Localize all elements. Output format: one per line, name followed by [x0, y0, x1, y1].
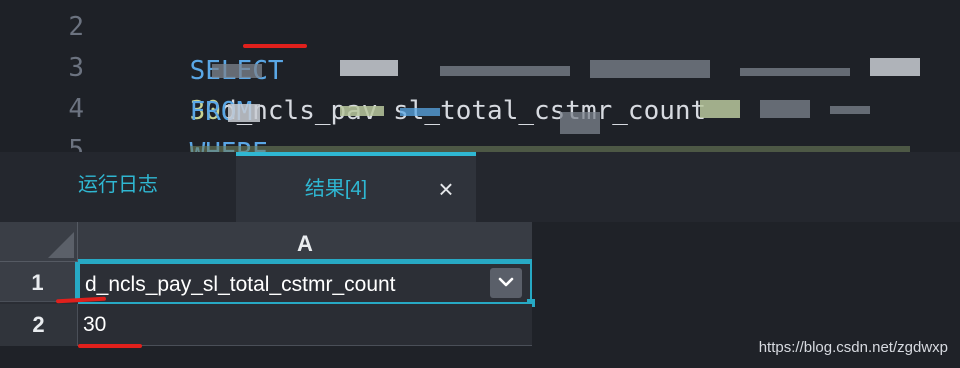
code-line-select[interactable]: SELECT 30d_ncls_pav sl_total_cstmr_count	[127, 11, 707, 126]
redacted-text	[870, 58, 920, 76]
sql-expression: d_ncls_pav sl_total_cstmr_count	[220, 96, 707, 126]
redacted-text	[400, 108, 440, 116]
redacted-text	[340, 106, 384, 116]
redacted-text	[700, 100, 740, 118]
redacted-text	[560, 112, 600, 134]
red-annotation-underline	[243, 44, 307, 48]
line-number-gutter: 2 3 4 5	[0, 0, 108, 152]
line-number: 3	[68, 53, 84, 83]
row-header[interactable]: 1	[0, 262, 78, 302]
grid-cell[interactable]: 30	[78, 304, 532, 346]
watermark: https://blog.csdn.net/zgdwxp	[758, 339, 948, 356]
redacted-text	[830, 106, 870, 114]
redacted-text	[760, 100, 810, 118]
redacted-text	[228, 104, 260, 122]
result-tabbar: 运行日志 结果[4] ×	[0, 152, 960, 222]
chevron-down-icon[interactable]	[490, 268, 522, 298]
result-grid: A 1 2 d_ncls_pay_sl_total_cstmr_count 30	[0, 222, 535, 346]
redacted-text	[440, 66, 570, 76]
line-number: 4	[68, 94, 84, 124]
line-number: 2	[68, 12, 84, 42]
redacted-text	[340, 60, 398, 76]
redacted-text	[740, 68, 850, 76]
redacted-text	[212, 64, 262, 78]
redacted-text	[590, 60, 710, 78]
line-number: 5	[68, 135, 84, 152]
tab-result-label: 结果[4]	[304, 178, 368, 200]
close-icon[interactable]: ×	[434, 156, 458, 222]
select-all-triangle-icon	[48, 232, 74, 258]
select-all-corner[interactable]	[0, 222, 78, 262]
red-annotation-underline	[78, 344, 142, 348]
row-header[interactable]: 2	[0, 304, 78, 346]
tab-result[interactable]: 结果[4] ×	[236, 152, 476, 222]
sql-editor[interactable]: 2 3 4 5 SELECT 30d_ncls_pav sl_total_cst…	[0, 0, 960, 152]
column-header-a[interactable]: A	[78, 222, 532, 262]
grid-cell-selected[interactable]: d_ncls_pay_sl_total_cstmr_count	[78, 262, 535, 307]
tab-run-log[interactable]: 运行日志	[0, 152, 236, 222]
cell-value: d_ncls_pay_sl_total_cstmr_count	[85, 273, 396, 296]
cell-value: 30	[83, 313, 107, 336]
